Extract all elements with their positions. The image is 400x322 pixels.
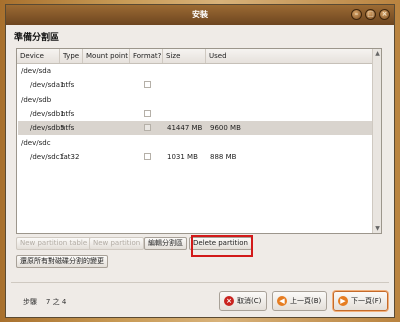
edit-partition-button[interactable]: 編輯分割區 [144, 237, 187, 250]
type-cell: ntfs [61, 109, 75, 118]
column-header-size[interactable]: Size [163, 49, 206, 63]
step-indicator: 步驟 7 之 4 [23, 297, 66, 307]
new-partition-table-button[interactable]: New partition table [16, 237, 92, 250]
partition-row[interactable]: /dev/sdb1 ntfs [18, 107, 380, 121]
device-cell: /dev/sdb [21, 95, 52, 104]
column-header-type[interactable]: Type [60, 49, 83, 63]
step-total: 4 [61, 298, 67, 306]
page-title: 準備分割區 [14, 33, 60, 43]
back-label: 上一頁(B) [290, 297, 322, 305]
used-cell: 888 MB [210, 152, 237, 161]
back-arrow-icon: ◀ [277, 296, 287, 306]
size-cell: 41447 MB [167, 124, 203, 133]
type-cell: ntfs [61, 124, 75, 133]
partition-row[interactable]: /dev/sdb5 ntfs 41447 MB 9600 MB [18, 121, 380, 136]
cancel-icon: × [224, 296, 234, 306]
disk-row[interactable]: /dev/sda [18, 64, 380, 78]
partition-row[interactable]: /dev/sda1 ntfs [18, 78, 380, 92]
undo-all-changes-button[interactable]: 還原所有對磁碟分割的變更 [16, 255, 108, 268]
highlight-annotation [191, 235, 253, 257]
cancel-button[interactable]: × 取消(C) [219, 291, 268, 311]
back-button[interactable]: ◀ 上一頁(B) [272, 291, 328, 311]
column-header-device[interactable]: Device [17, 49, 60, 63]
partition-table[interactable]: Device Type Mount point Format? Size Use… [16, 48, 382, 234]
maximize-icon[interactable]: □ [365, 9, 376, 20]
used-cell: 9600 MB [210, 124, 241, 133]
title-bar: 安裝 – □ × [6, 5, 394, 25]
forward-label: 下一頁(F) [351, 297, 382, 305]
type-cell: fat32 [61, 152, 80, 161]
step-current: 7 [45, 298, 51, 306]
device-cell: /dev/sdc [21, 138, 51, 147]
device-cell: /dev/sda [21, 67, 51, 75]
forward-arrow-icon: ▶ [338, 296, 348, 306]
step-label: 步驟 [23, 298, 37, 306]
device-cell: /dev/sda1 [30, 81, 65, 90]
table-header: Device Type Mount point Format? Size Use… [17, 49, 381, 64]
window-controls: – □ × [351, 9, 390, 20]
disk-row[interactable]: /dev/sdc [18, 136, 380, 150]
forward-button[interactable]: ▶ 下一頁(F) [333, 291, 388, 311]
scroll-down-icon[interactable]: ▼ [374, 224, 381, 233]
format-checkbox[interactable] [144, 81, 151, 89]
device-cell: /dev/sdb1 [30, 109, 65, 118]
minimize-icon[interactable]: – [351, 9, 362, 20]
step-separator: 之 [52, 298, 60, 306]
window-title: 安裝 [192, 10, 208, 19]
scroll-up-icon[interactable]: ▲ [374, 49, 381, 58]
partition-row[interactable]: /dev/sdc1 fat32 1031 MB 888 MB [18, 150, 380, 164]
device-cell: /dev/sdb5 [30, 124, 65, 133]
format-checkbox[interactable] [144, 152, 151, 160]
format-checkbox[interactable] [144, 109, 151, 117]
device-cell: /dev/sdc1 [30, 152, 65, 161]
vertical-scrollbar[interactable]: ▲ ▼ [372, 49, 381, 233]
type-cell: ntfs [61, 81, 75, 90]
cancel-label: 取消(C) [237, 297, 262, 305]
disk-row[interactable]: /dev/sdb [18, 93, 380, 107]
footer-divider [11, 282, 389, 283]
size-cell: 1031 MB [167, 152, 198, 161]
format-checkbox[interactable] [144, 124, 151, 132]
new-partition-button[interactable]: New partition [89, 237, 145, 250]
installer-window: 安裝 – □ × 準備分割區 Device Type Mount point F… [5, 4, 395, 318]
close-icon[interactable]: × [379, 9, 390, 20]
column-header-mount-point[interactable]: Mount point [83, 49, 130, 63]
column-header-format[interactable]: Format? [130, 49, 163, 63]
column-header-used[interactable]: Used [206, 49, 372, 63]
